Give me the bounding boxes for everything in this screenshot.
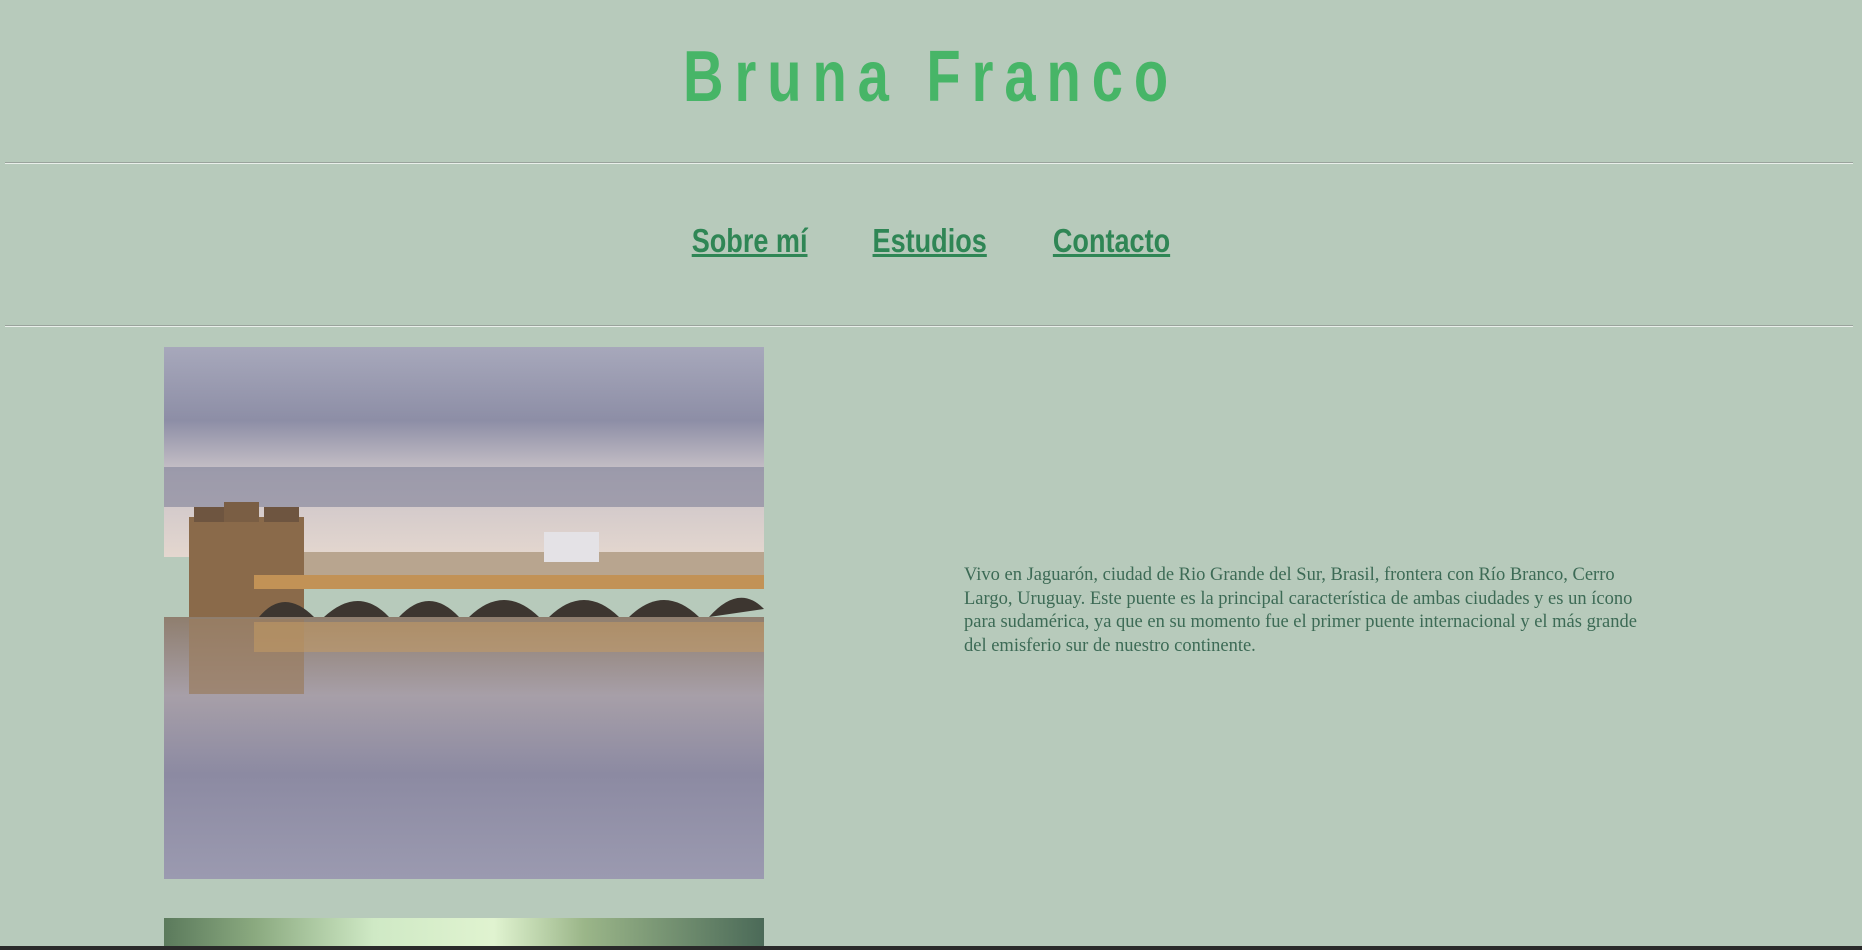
divider-top xyxy=(5,162,1853,164)
bridge-photo xyxy=(164,347,764,879)
nav-link-sobre-mi[interactable]: Sobre mí xyxy=(692,222,808,260)
site-title: Bruna Franco xyxy=(0,36,1862,118)
about-paragraph: Vivo en Jaguarón, ciudad de Rio Grande d… xyxy=(964,565,1637,656)
divider-bottom xyxy=(5,325,1853,327)
nav-link-contacto[interactable]: Contacto xyxy=(1053,222,1170,260)
nav-link-estudios[interactable]: Estudios xyxy=(873,222,987,260)
main-nav: Sobre mí Estudios Contacto xyxy=(0,222,1862,260)
taskbar xyxy=(0,946,1862,950)
site-title-text: Bruna Franco xyxy=(682,37,1180,117)
